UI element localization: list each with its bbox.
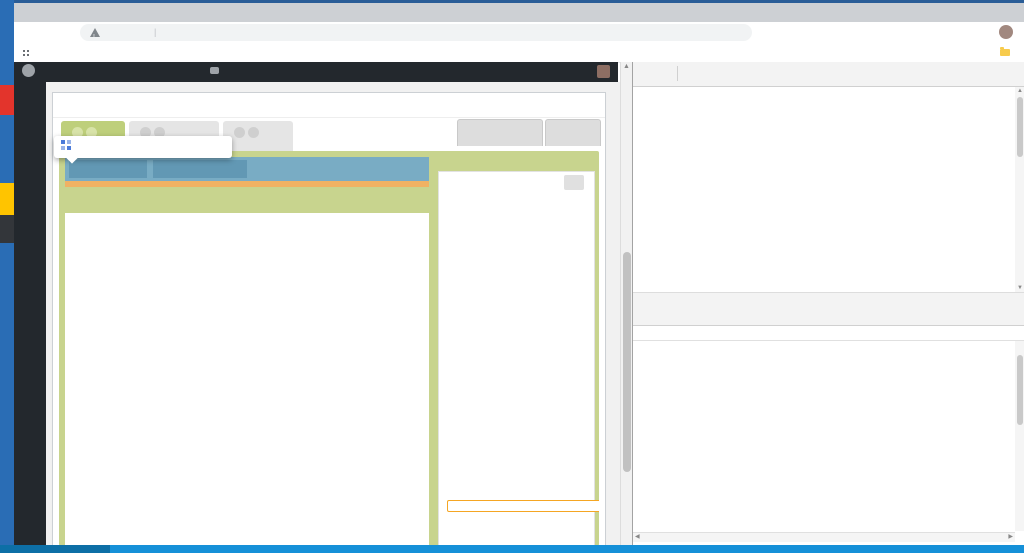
admin-avatar[interactable]	[597, 65, 610, 78]
gear-icon	[153, 163, 161, 174]
styles-horizontal-scrollbar[interactable]: ◀ ▶	[633, 532, 1015, 542]
background-yellow-block	[0, 183, 14, 215]
inspected-toolbar-highlight	[65, 157, 429, 181]
devtools-toolbar	[633, 62, 1024, 87]
visual-data-button[interactable]	[69, 160, 147, 178]
screen: |	[0, 0, 1024, 553]
apps-shortcut[interactable]	[22, 46, 34, 59]
scroll-up-arrow[interactable]: ▲	[623, 63, 630, 70]
omnibox-divider: |	[154, 24, 156, 41]
info-badge[interactable]	[234, 127, 245, 138]
help-badge[interactable]	[248, 127, 259, 138]
element-grid-icon	[61, 140, 71, 150]
comments-icon	[210, 67, 219, 74]
maximize-button[interactable]	[968, 5, 998, 23]
taskbar-strip	[0, 545, 1024, 553]
browser-toolbar: |	[14, 22, 1024, 43]
skins-metabox	[52, 92, 606, 547]
wp-logo-icon[interactable]	[22, 62, 35, 82]
scroll-up-arrow[interactable]: ▲	[1017, 88, 1023, 94]
bookmarks-bar	[14, 43, 1024, 63]
fields-help-button[interactable]	[564, 175, 584, 190]
scroll-down-arrow[interactable]: ▼	[1017, 285, 1023, 291]
template-style-note	[311, 121, 320, 151]
getting-started-button[interactable]	[457, 119, 543, 146]
scroll-left-arrow[interactable]: ◀	[635, 533, 640, 540]
scrollbar-thumb[interactable]	[1017, 97, 1023, 157]
metabox-title[interactable]	[53, 93, 605, 118]
dom-breadcrumbs	[633, 292, 1024, 309]
folder-icon	[1000, 49, 1010, 56]
fields-panel	[438, 171, 595, 546]
styles-scrollbar[interactable]	[1015, 341, 1024, 531]
toolbar-divider	[677, 66, 678, 81]
margin-highlight	[65, 181, 429, 187]
addons-button[interactable]	[545, 119, 601, 146]
tip-box	[447, 500, 599, 512]
devtools-panel: ▲ ▼ ◀ ▶	[632, 62, 1024, 545]
elements-scrollbar[interactable]: ▲ ▼	[1015, 87, 1024, 292]
code-square-icon	[69, 163, 77, 174]
close-window-button[interactable]	[1001, 5, 1024, 23]
styles-panel-tabs	[633, 308, 1024, 326]
background-dark-block	[0, 215, 14, 243]
form-options-button[interactable]	[153, 160, 247, 178]
scroll-right-arrow[interactable]: ▶	[1008, 533, 1013, 540]
scrollbar-thumb[interactable]	[623, 252, 631, 472]
styles-pane[interactable]	[633, 341, 1015, 537]
not-secure-icon	[90, 28, 100, 37]
apps-grid-icon	[22, 49, 30, 57]
form-builder-region	[59, 151, 599, 546]
comments-indicator[interactable]	[210, 62, 222, 82]
profile-avatar[interactable]	[999, 25, 1013, 39]
background-red-block	[0, 85, 14, 115]
background-window-strip	[0, 0, 14, 553]
other-bookmarks[interactable]	[1000, 46, 1014, 59]
wp-admin-bar	[14, 62, 618, 82]
wp-admin-sidebar	[14, 82, 46, 545]
elements-tree[interactable]	[633, 87, 1015, 292]
inspect-tooltip	[54, 136, 232, 158]
taskbar-segment	[0, 545, 110, 553]
tab-style[interactable]	[223, 121, 293, 151]
new-tab-button[interactable]	[902, 7, 918, 23]
form-tree-canvas	[65, 213, 429, 546]
scrollbar-thumb[interactable]	[1017, 355, 1023, 425]
styles-filter-bar	[633, 326, 1024, 341]
minimize-button[interactable]	[935, 5, 965, 23]
address-bar[interactable]: |	[80, 24, 752, 41]
